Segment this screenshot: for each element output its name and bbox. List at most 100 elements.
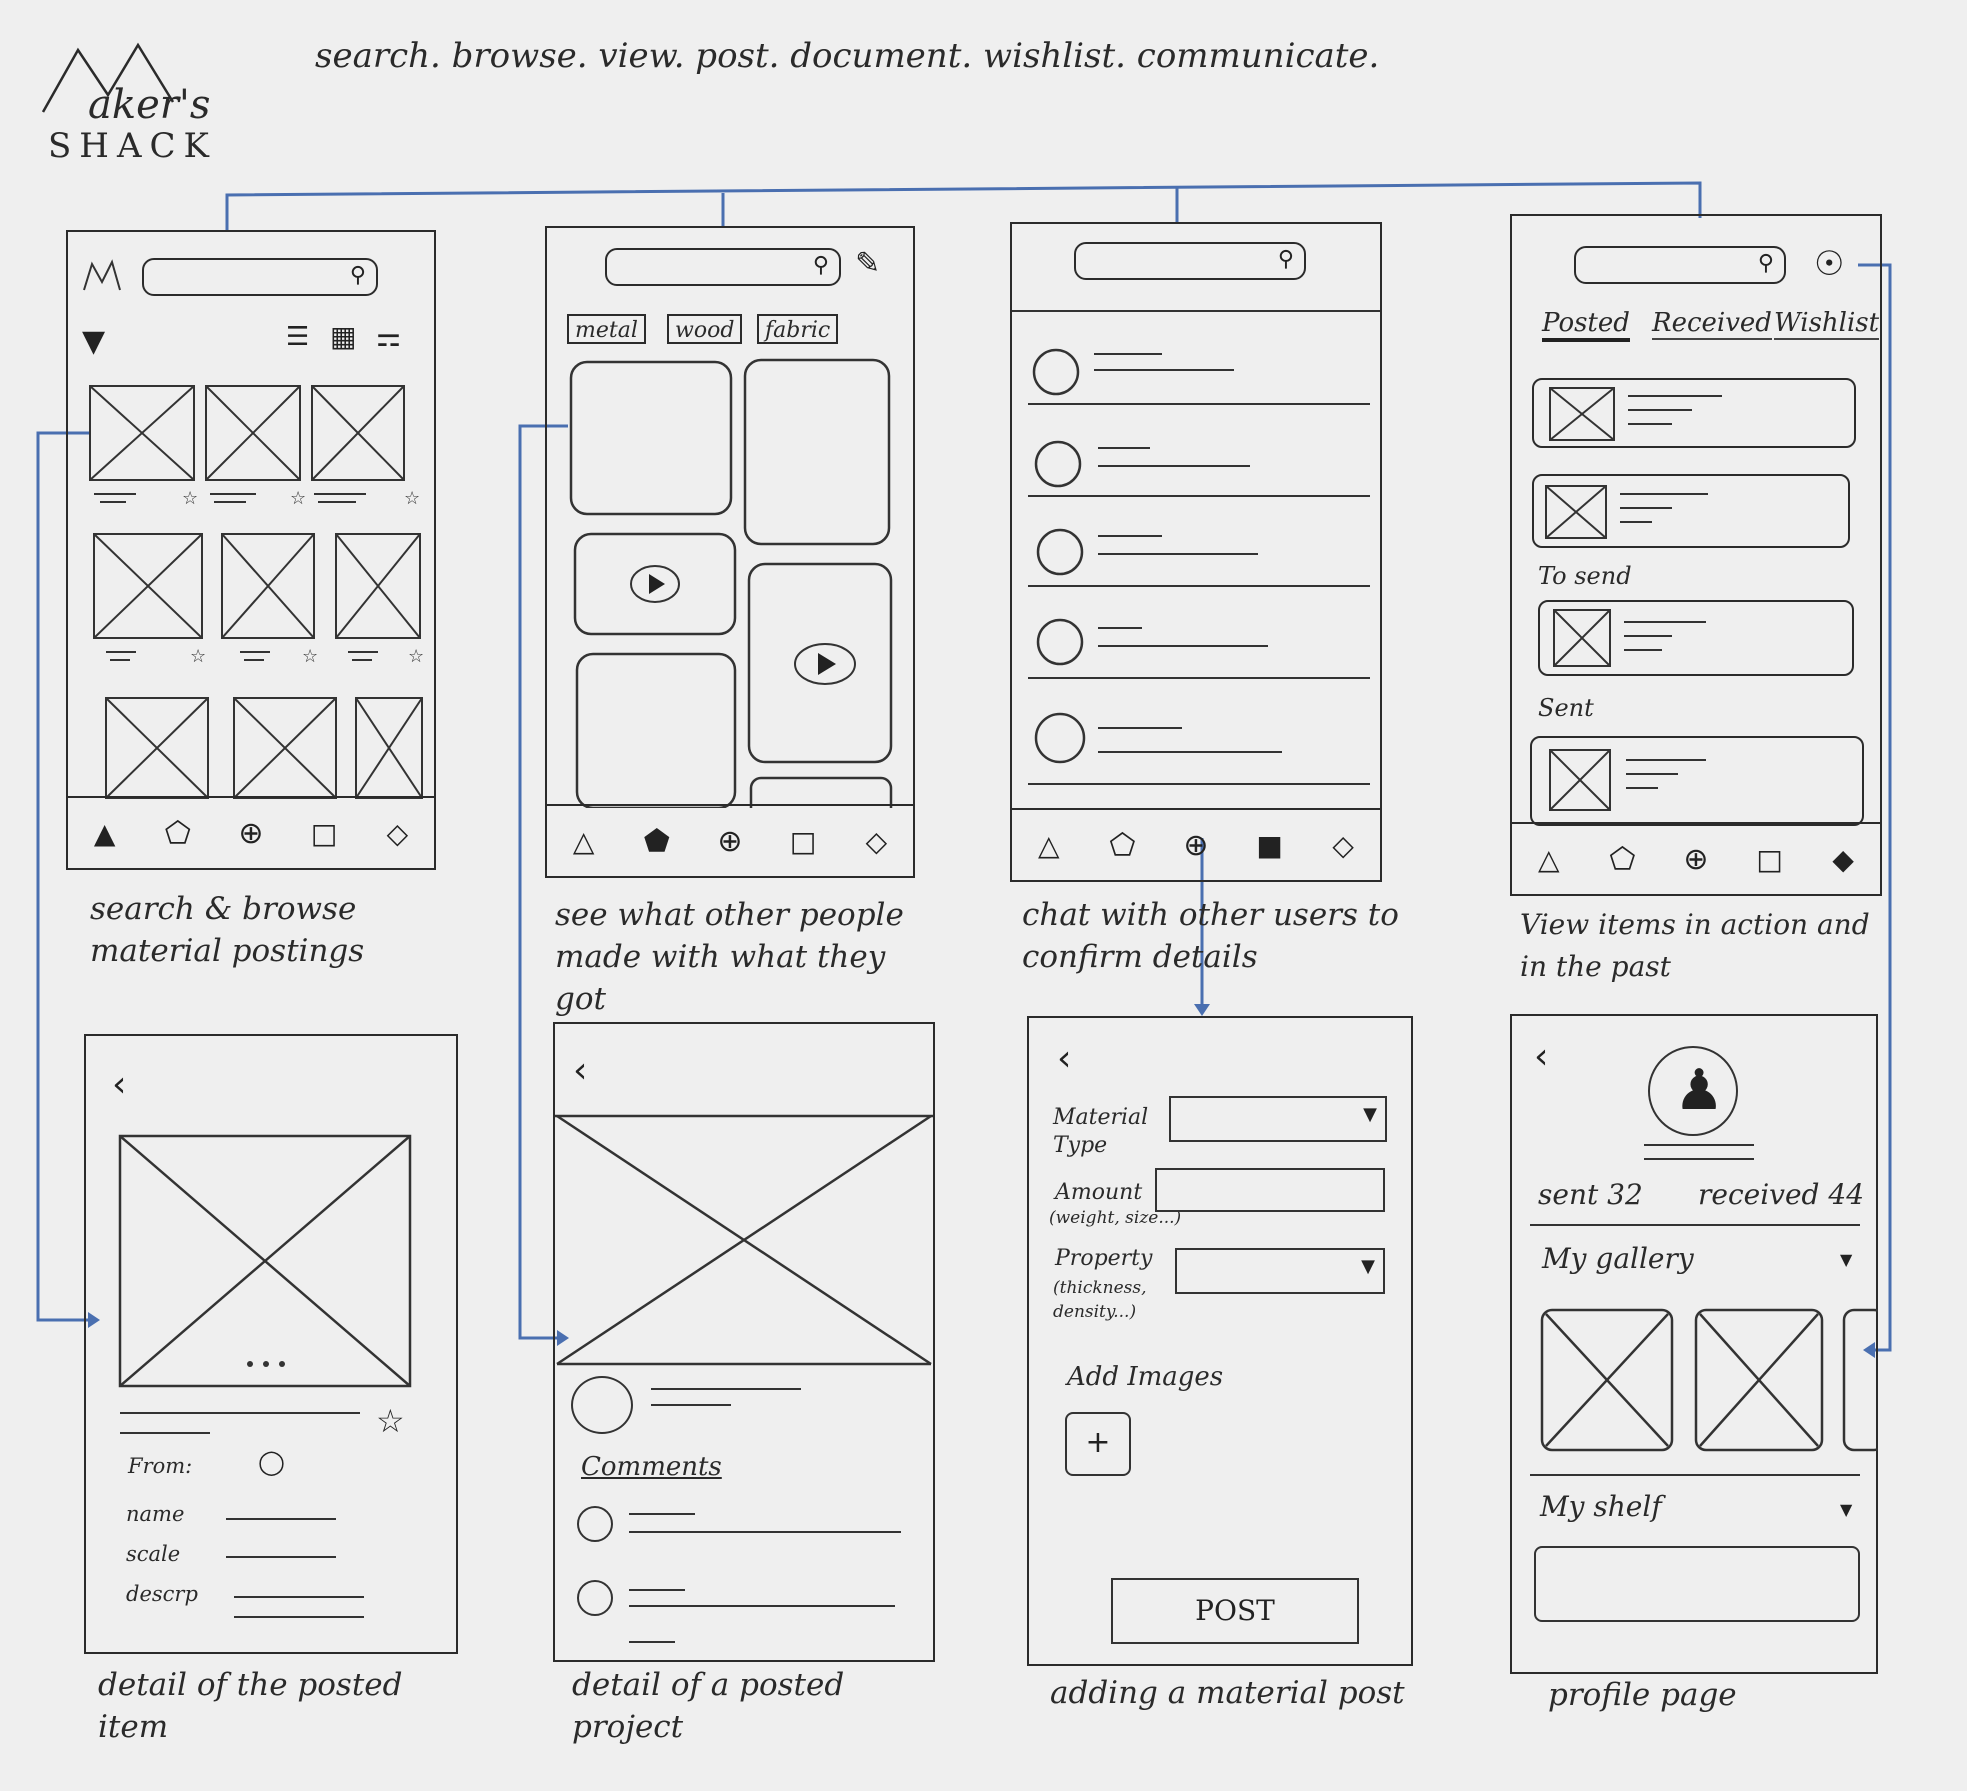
activity-screen: ⚲ ☉ Posted Received Wishlist To send Sen… (1510, 214, 1882, 896)
filter-chip-wood[interactable]: wood (667, 314, 743, 344)
play-icon (630, 565, 680, 603)
from-label: From: (128, 1454, 193, 1478)
search-input[interactable]: ⚲ (142, 258, 378, 296)
project-image (555, 1114, 933, 1366)
add-post-screen: ‹ Material Type ▼ Amount (weight, size..… (1027, 1016, 1413, 1666)
chevron-down-icon[interactable]: ▼ (1840, 1250, 1852, 1269)
chat-screen: ⚲ △ ⬠ ⊕ ■ ◇ (1010, 222, 1382, 882)
map-view-icon[interactable]: ⚎ (376, 320, 401, 353)
search-icon[interactable]: ⚲ (813, 253, 829, 278)
svg-text:☆: ☆ (290, 488, 306, 509)
field-name-label: name (126, 1502, 185, 1526)
add-images-label: Add Images (1067, 1362, 1224, 1392)
home-tab-icon[interactable]: △ (569, 825, 599, 858)
gallery-label: My gallery (1542, 1242, 1694, 1275)
bottom-nav: △ ⬠ ⊕ □ ◆ (1512, 822, 1880, 894)
field-descrp-label: descrp (126, 1582, 198, 1606)
search-input[interactable]: ⚲ (605, 248, 841, 286)
material-type-label: Material Type (1053, 1105, 1149, 1158)
comments-label: Comments (581, 1452, 722, 1482)
add-image-button[interactable]: + (1065, 1412, 1131, 1476)
item-image (118, 1134, 412, 1388)
property-label: Property (1055, 1246, 1153, 1271)
chat-caption: chat with other users to confirm details (1022, 897, 1399, 975)
bottom-nav: △ ⬟ ⊕ □ ◇ (547, 804, 913, 876)
add-tab-icon[interactable]: ⊕ (1181, 828, 1211, 863)
filter-chip-fabric[interactable]: fabric (757, 314, 839, 344)
chat-tab-icon[interactable]: □ (309, 817, 339, 850)
property-select[interactable]: ▼ (1175, 1248, 1385, 1294)
chat-tab-icon[interactable]: ■ (1255, 829, 1285, 862)
profile-tab-icon[interactable]: ◇ (861, 825, 891, 858)
svg-text:☆: ☆ (408, 646, 424, 667)
profile-caption: profile page (1548, 1677, 1737, 1713)
svg-text:☆: ☆ (404, 488, 420, 509)
avatar: ♟ (1648, 1046, 1738, 1136)
top-connector (225, 181, 1702, 232)
filter-chip-metal[interactable]: metal (567, 314, 646, 344)
back-icon[interactable]: ‹ (573, 1050, 587, 1091)
material-type-select[interactable]: ▼ (1169, 1096, 1387, 1142)
chat-list (1028, 348, 1370, 785)
home-tab-icon[interactable]: △ (1534, 843, 1564, 876)
bottom-nav: △ ⬠ ⊕ ■ ◇ (1012, 808, 1380, 880)
svg-text:☆: ☆ (190, 646, 206, 667)
post-button[interactable]: POST (1111, 1578, 1359, 1644)
grid-view-icon[interactable]: ▦ (330, 320, 356, 353)
avatar[interactable] (571, 1376, 633, 1434)
shelf-label: My shelf (1540, 1490, 1662, 1523)
mountain-logo-icon (83, 259, 121, 291)
inspiration-tab-icon[interactable]: ⬠ (163, 816, 193, 851)
person-icon: ♟ (1674, 1058, 1725, 1123)
play-icon (794, 643, 856, 685)
search-icon[interactable]: ⚲ (1278, 247, 1294, 272)
project-masonry (569, 358, 893, 808)
browse-caption: search & browse material postings (90, 891, 365, 969)
item-detail-caption: detail of the posted item (98, 1667, 403, 1745)
svg-text:☆: ☆ (182, 488, 198, 509)
profile-tab-icon[interactable]: ◇ (382, 817, 412, 850)
chat-bubble-icon[interactable]: ◯ (258, 1448, 285, 1476)
home-tab-icon[interactable]: ▲ (90, 817, 120, 850)
item-detail-screen: ‹ ☆ From: ◯ name scale descrp (84, 1034, 458, 1654)
project-detail-caption: detail of a posted project (572, 1667, 845, 1745)
chevron-down-icon[interactable]: ▼ (1361, 1256, 1375, 1277)
add-tab-icon[interactable]: ⊕ (715, 824, 745, 859)
inspiration-screen: ⚲ ✎ metal wood fabric △ ⬟ ⊕ □ ◇ (545, 226, 915, 878)
gallery-thumbnails (1540, 1308, 1878, 1452)
profile-tab-icon[interactable]: ◆ (1828, 843, 1858, 876)
search-input[interactable]: ⚲ (1074, 242, 1306, 280)
inspiration-caption: see what other people made with what the… (555, 897, 904, 1017)
sent-count: sent 32 (1538, 1178, 1643, 1211)
inspiration-tab-icon[interactable]: ⬠ (1107, 828, 1137, 863)
profile-tab-icon[interactable]: ◇ (1328, 829, 1358, 862)
edit-icon[interactable]: ✎ (855, 246, 880, 281)
list-view-icon[interactable]: ☰ (286, 322, 309, 352)
chat-tab-icon[interactable]: □ (1755, 843, 1785, 876)
shelf-item[interactable] (1534, 1546, 1860, 1622)
property-hint: (thickness, density...) (1053, 1278, 1147, 1322)
amount-field[interactable] (1155, 1168, 1385, 1212)
chat-tab-icon[interactable]: □ (788, 825, 818, 858)
svg-text:☆: ☆ (302, 646, 318, 667)
chevron-down-icon[interactable]: ▼ (1840, 1500, 1852, 1519)
home-tab-icon[interactable]: △ (1034, 829, 1064, 862)
back-icon[interactable]: ‹ (112, 1064, 126, 1105)
project-detail-screen: ‹ Comments (553, 1022, 935, 1662)
add-tab-icon[interactable]: ⊕ (236, 816, 266, 851)
add-tab-icon[interactable]: ⊕ (1681, 842, 1711, 877)
wishlist-star-icon[interactable]: ☆ (376, 1402, 405, 1440)
filter-icon[interactable]: ▼ (82, 324, 105, 359)
search-icon[interactable]: ⚲ (350, 263, 366, 288)
activity-thumbnails (1545, 387, 1722, 811)
back-icon[interactable]: ‹ (1534, 1036, 1548, 1077)
inspiration-tab-icon[interactable]: ⬠ (1607, 842, 1637, 877)
inspiration-tab-icon[interactable]: ⬟ (642, 824, 672, 859)
chevron-down-icon[interactable]: ▼ (1363, 1104, 1377, 1125)
browse-screen: ⚲ ▼ ☰ ▦ ⚎ ☆ ☆ ☆ ☆ ☆ ☆ ▲ ⬠ ⊕ □ ◇ (66, 230, 436, 870)
field-scale-label: scale (126, 1542, 181, 1566)
listing-grid: ☆ ☆ ☆ ☆ ☆ ☆ (89, 385, 424, 799)
amount-label: Amount (1055, 1180, 1143, 1205)
back-icon[interactable]: ‹ (1057, 1038, 1071, 1079)
bottom-nav: ▲ ⬠ ⊕ □ ◇ (68, 796, 434, 868)
